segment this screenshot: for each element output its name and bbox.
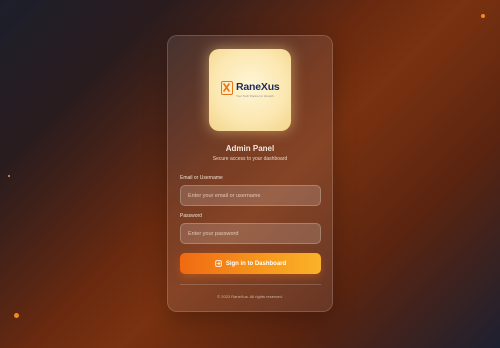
email-field[interactable]: [180, 185, 321, 206]
password-field[interactable]: [180, 223, 321, 244]
sign-in-label: Sign in to Dashboard: [225, 260, 287, 267]
login-icon: [215, 260, 222, 267]
copyright-text: © 2023 RaneXus. All rights reserved.: [217, 294, 283, 299]
decorative-dot: [14, 313, 19, 318]
password-label: Password: [180, 213, 202, 219]
logo-x-icon: [221, 81, 233, 95]
brand-logo: RaneXus Your Tech Partner in Growth: [209, 49, 291, 131]
brand-name: RaneXus: [236, 81, 280, 93]
page-subtitle: Secure access to your dashboard: [212, 156, 288, 162]
sign-in-button[interactable]: Sign in to Dashboard: [180, 253, 321, 274]
page-title: Admin Panel: [225, 144, 275, 153]
decorative-dot: [481, 14, 485, 18]
divider: [180, 284, 321, 285]
login-card: RaneXus Your Tech Partner in Growth Admi…: [167, 35, 333, 312]
email-label: Email or Username: [180, 175, 223, 181]
decorative-dot: [8, 175, 10, 177]
brand-tagline: Your Tech Partner in Growth: [236, 94, 274, 98]
